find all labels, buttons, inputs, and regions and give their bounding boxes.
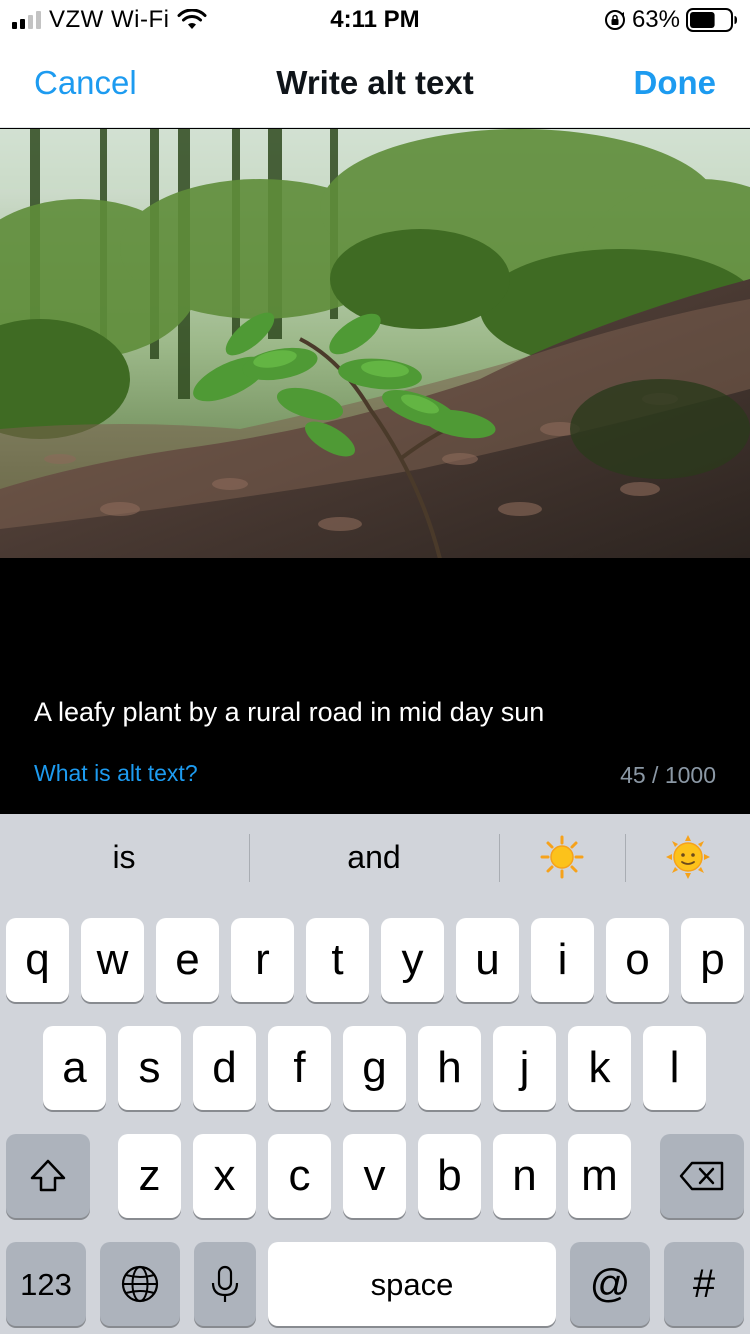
battery-icon [686,8,737,32]
key-k[interactable]: k [568,1026,631,1110]
key-i[interactable]: i [531,918,594,1002]
key-b[interactable]: b [418,1134,481,1218]
at-key[interactable]: @ [570,1242,650,1326]
battery-percent: 63% [631,6,680,33]
cancel-button[interactable]: Cancel [34,64,137,102]
key-n[interactable]: n [493,1134,556,1218]
sun-icon [540,835,584,879]
hash-key[interactable]: # [664,1242,744,1326]
shift-icon [30,1159,66,1192]
numbers-key[interactable]: 123 [6,1242,86,1326]
key-y[interactable]: y [381,918,444,1002]
key-f[interactable]: f [268,1026,331,1110]
key-s[interactable]: s [118,1026,181,1110]
key-r[interactable]: r [231,918,294,1002]
image-preview [0,129,750,558]
orientation-lock-icon [604,10,625,30]
key-e[interactable]: e [156,918,219,1002]
nav-bar: Cancel Write alt text Done [0,40,750,128]
done-button[interactable]: Done [634,64,717,102]
key-j[interactable]: j [493,1026,556,1110]
suggestion-item[interactable]: and [250,832,498,882]
key-a[interactable]: a [43,1026,106,1110]
space-key[interactable]: space [268,1242,556,1326]
key-w[interactable]: w [81,918,144,1002]
globe-icon [121,1265,159,1303]
character-counter: 45 / 1000 [620,762,716,788]
keyboard: is and q w e r t y u i o p a s d f g h j… [0,814,750,1334]
globe-key[interactable] [100,1242,180,1326]
key-c[interactable]: c [268,1134,331,1218]
status-right: 63% [604,6,738,34]
key-u[interactable]: u [456,918,519,1002]
key-p[interactable]: p [681,918,744,1002]
what-is-alt-text-link[interactable]: What is alt text? [34,760,198,787]
predictive-bar: is and [0,814,750,912]
key-l[interactable]: l [643,1026,706,1110]
status-bar: VZW Wi-Fi 4:11 PM 63% [0,0,750,40]
dictation-key[interactable] [194,1242,256,1326]
key-m[interactable]: m [568,1134,631,1218]
alt-text-editor: A leafy plant by a rural road in mid day… [0,558,750,814]
microphone-icon [211,1265,239,1302]
suggestion-item[interactable]: is [0,832,248,882]
key-d[interactable]: d [193,1026,256,1110]
key-x[interactable]: x [193,1134,256,1218]
backspace-icon [679,1161,724,1191]
key-t[interactable]: t [306,918,369,1002]
key-h[interactable]: h [418,1026,481,1110]
key-g[interactable]: g [343,1026,406,1110]
key-o[interactable]: o [606,918,669,1002]
key-v[interactable]: v [343,1134,406,1218]
sun-with-face-icon [666,835,710,879]
alt-text-input[interactable]: A leafy plant by a rural road in mid day… [34,694,724,730]
suggestion-sun-face-emoji[interactable] [626,832,750,882]
key-q[interactable]: q [6,918,69,1002]
suggestion-sun-emoji[interactable] [500,832,624,882]
backspace-key[interactable] [660,1134,744,1218]
key-z[interactable]: z [118,1134,181,1218]
shift-key[interactable] [6,1134,90,1218]
